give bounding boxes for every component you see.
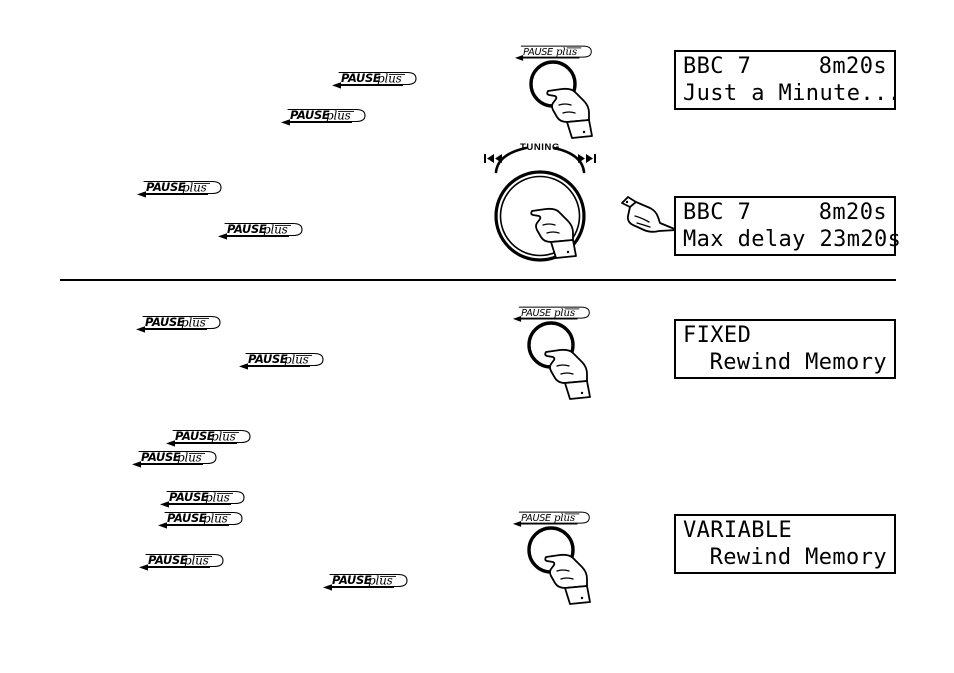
- logo-word-plus: plus: [368, 573, 393, 587]
- lcd-display-max-delay-line-2-text: Max delay 23m20s: [683, 226, 902, 252]
- lcd-display-fixed-rewind: FIXED Rewind Memory: [674, 319, 896, 379]
- lcd-display-now-playing-line-1-left: BBC 7: [683, 53, 752, 79]
- lcd-display-now-playing-line-2-text: Just a Minute...: [683, 80, 902, 106]
- lcd-display-max-delay-line-1-right: 8m20s: [818, 199, 887, 225]
- logo-word-pause: PAUSE: [332, 573, 372, 587]
- logo-word-plus: plus: [177, 450, 202, 464]
- pause-plus-mark-2: PAUSE plus: [280, 105, 368, 129]
- logo-word-plus: plus: [205, 490, 230, 504]
- logo-word-pause: PAUSE: [341, 71, 381, 85]
- knob-callout-pause-fixed-button[interactable]: [520, 319, 608, 405]
- pointing-hand-icon: [621, 196, 678, 233]
- logo-word-pause: PAUSE: [290, 108, 330, 122]
- logo-word-plus: plus: [377, 71, 402, 85]
- knob-callout-pause-top-button[interactable]: [522, 58, 610, 144]
- lcd-display-now-playing: BBC 7 8m20s Just a Minute...: [674, 50, 901, 110]
- logo-word-pause: PAUSE: [227, 222, 267, 236]
- logo-word-pause: PAUSE: [148, 553, 188, 567]
- logo-word-pause: PAUSE: [175, 429, 215, 443]
- turning-hand-icon: [530, 207, 577, 259]
- lcd-display-now-playing-line-1-right: 8m20s: [818, 53, 887, 79]
- logo-word-pause: PAUSE: [523, 47, 554, 58]
- tuning-dial[interactable]: TUNING: [478, 140, 602, 268]
- lcd-display-max-delay: BBC 7 8m20s Max delay 23m20s: [674, 196, 901, 256]
- pause-plus-mark-6: PAUSE plus: [238, 349, 326, 373]
- pressing-hand-icon: [544, 348, 591, 400]
- logo-word-pause: PAUSE: [145, 315, 185, 329]
- logo-word-pause: PAUSE: [521, 308, 552, 319]
- logo-word-plus: plus: [203, 511, 228, 525]
- lcd-display-variable-rewind-line-1: VARIABLE: [683, 517, 887, 544]
- manual-page: PAUSE plus PAUSE plus PAUSE plus PAUSE plus PAUS…: [0, 0, 954, 673]
- pause-plus-mark-11: PAUSE plus: [138, 550, 226, 574]
- lcd-display-variable-rewind-line-1-left: VARIABLE: [683, 517, 793, 543]
- logo-word-plus: plus: [263, 222, 288, 236]
- lcd-display-now-playing-line-2: Just a Minute...: [683, 80, 901, 107]
- lcd-display-max-delay-line-1-left: BBC 7: [683, 199, 752, 225]
- lcd-display-variable-rewind: VARIABLE Rewind Memory: [674, 514, 896, 574]
- logo-word-pause: PAUSE: [141, 450, 181, 464]
- lcd-display-max-delay-line-2: Max delay 23m20s: [683, 226, 901, 253]
- lcd-display-max-delay-line-1: BBC 7 8m20s: [683, 199, 887, 226]
- lcd-display-fixed-rewind-line-1: FIXED: [683, 322, 887, 349]
- pause-plus-mark-12: PAUSE plus: [322, 570, 410, 594]
- knob-callout-pause-variable-button[interactable]: [520, 524, 608, 610]
- pressing-hand-icon: [544, 553, 591, 605]
- section-divider: [60, 279, 896, 281]
- logo-word-pause: PAUSE: [169, 490, 209, 504]
- lcd-display-fixed-rewind-line-2: Rewind Memory: [683, 349, 887, 376]
- logo-word-pause: PAUSE: [167, 511, 207, 525]
- logo-word-pause: PAUSE: [146, 180, 186, 194]
- logo-word-plus: plus: [184, 553, 209, 567]
- logo-word-pause: PAUSE: [521, 513, 552, 524]
- pause-plus-mark-8: PAUSE plus: [131, 447, 219, 471]
- logo-word-plus: plus: [284, 352, 309, 366]
- logo-word-pause: PAUSE: [248, 352, 288, 366]
- lcd-display-fixed-rewind-line-1-left: FIXED: [683, 322, 752, 348]
- lcd-display-now-playing-line-1: BBC 7 8m20s: [683, 53, 887, 80]
- logo-word-plus: plus: [211, 429, 236, 443]
- pause-plus-mark-3: PAUSE plus: [136, 177, 224, 201]
- pause-plus-mark-4: PAUSE plus: [217, 219, 305, 243]
- lcd-display-variable-rewind-line-2: Rewind Memory: [683, 544, 887, 571]
- pause-plus-mark-1: PAUSE plus: [331, 68, 419, 92]
- logo-word-plus: plus: [182, 180, 207, 194]
- pressing-hand-icon: [546, 87, 593, 139]
- logo-word-plus: plus: [181, 315, 206, 329]
- lcd-display-variable-rewind-line-2-text: Rewind Memory: [709, 544, 887, 570]
- lcd-display-fixed-rewind-line-2-text: Rewind Memory: [709, 349, 887, 375]
- pause-plus-mark-10: PAUSE plus: [157, 508, 245, 532]
- pause-plus-mark-5: PAUSE plus: [135, 312, 223, 336]
- logo-word-plus: plus: [326, 108, 351, 122]
